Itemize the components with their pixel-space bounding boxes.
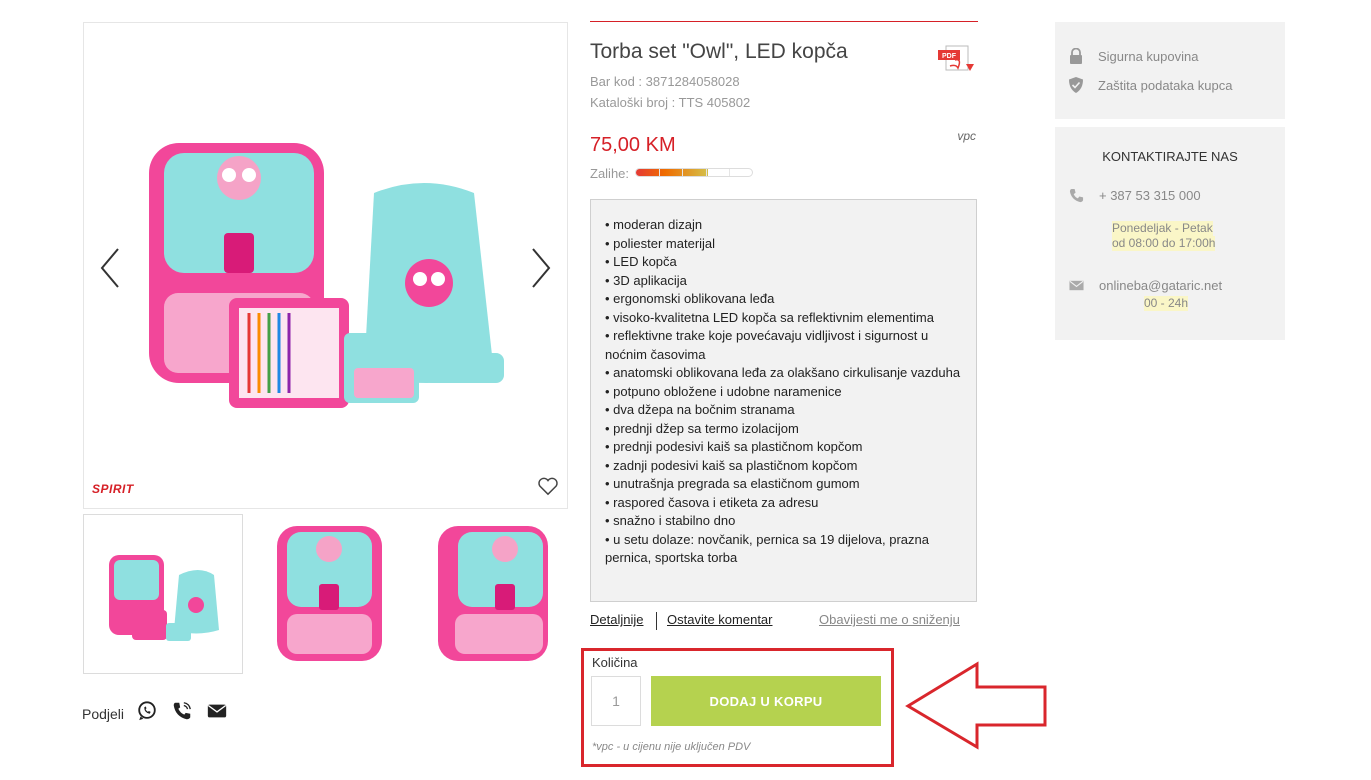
feature-item: moderan dizajn [605, 216, 962, 235]
shield-icon [1069, 77, 1083, 93]
secure-shopping-label: Sigurna kupovina [1098, 48, 1199, 64]
feature-item: ergonomski oblikovana leđa [605, 290, 962, 309]
feature-item: reflektivne trake koje povećavaju vidlji… [605, 327, 962, 364]
feature-item: LED kopča [605, 253, 962, 272]
stock-label: Zalihe: [590, 166, 630, 181]
thumbnail-2[interactable] [249, 514, 409, 674]
add-to-cart-highlight: Količina DODAJ U KORPU *vpc - u cijenu n… [581, 648, 894, 767]
quantity-label: Količina [592, 655, 638, 670]
secure-shopping: Sigurna kupovina [1069, 48, 1198, 64]
product-title: Torba set "Owl", LED kopča [590, 40, 848, 63]
main-product-image[interactable]: SPIRIT [83, 22, 568, 509]
share-bar: Podjeli [82, 696, 241, 726]
feature-item: 3D aplikacija [605, 272, 962, 291]
working-hours: od 08:00 do 17:00h [1112, 236, 1216, 251]
barcode: Bar kod : 3871284058028 [590, 74, 740, 89]
price: 75,00 KM [590, 134, 676, 156]
feature-item: visoko-kvalitetna LED kopča sa reflektiv… [605, 309, 962, 328]
feature-item: dva džepa na bočnim stranama [605, 401, 962, 420]
thumbnail-strip [83, 514, 573, 674]
email-hours: 00 - 24h [1144, 296, 1189, 311]
feature-item: unutrašnja pregrada sa elastičnom gumom [605, 475, 962, 494]
email-address: onlineba@gataric.net [1099, 278, 1223, 293]
thumbnail-1[interactable] [83, 514, 243, 674]
heart-icon[interactable] [537, 476, 559, 496]
details-link[interactable]: Detaljnije [590, 612, 643, 627]
vat-note: *vpc - u cijenu nije uključen PDV [592, 741, 751, 753]
svg-text:PDF: PDF [942, 53, 957, 60]
vpc-label: vpc [957, 129, 976, 143]
comment-link[interactable]: Ostavite komentar [667, 612, 773, 627]
pdf-download-icon[interactable]: PDF [938, 44, 976, 74]
feature-item: potpuno obložene i udobne naramenice [605, 383, 962, 402]
notify-discount-link[interactable]: Obavijesti me o sniženju [819, 612, 960, 627]
data-protection-label: Zaštita podataka kupca [1098, 77, 1233, 93]
trust-card: Sigurna kupovina Zaštita podataka kupca [1055, 22, 1285, 119]
phone-icon [1069, 188, 1084, 203]
lock-icon [1070, 48, 1082, 64]
feature-item: poliester materijal [605, 235, 962, 254]
feature-item: snažno i stabilno dno [605, 512, 962, 531]
stock-level-bar [635, 168, 753, 177]
chevron-right-icon[interactable] [525, 243, 555, 293]
working-days: Ponedeljak - Petak [1112, 221, 1213, 236]
feature-item: zadnji podesivi kaiš sa plastičnom kopčo… [605, 457, 962, 476]
envelope-icon [1069, 280, 1084, 291]
feature-item: u setu dolaze: novčanik, pernica sa 19 d… [605, 531, 962, 568]
whatsapp-icon[interactable] [136, 700, 158, 722]
feature-item: prednji podesivi kaiš sa plastičnom kopč… [605, 438, 962, 457]
contact-title: KONTAKTIRAJTE NAS [1102, 149, 1238, 164]
feature-list-box: moderan dizajn poliester materijal LED k… [590, 199, 977, 602]
catalog-number: Kataloški broj : TTS 405802 [590, 95, 751, 110]
thumbnail-3[interactable] [413, 514, 573, 674]
quantity-input[interactable] [591, 676, 641, 726]
arrow-left-annotation-icon [905, 661, 1047, 750]
brand-logo: SPIRIT [92, 482, 134, 496]
feature-item: prednji džep sa termo izolacijom [605, 420, 962, 439]
feature-item: raspored časova i etiketa za adresu [605, 494, 962, 513]
add-to-cart-button[interactable]: DODAJ U KORPU [651, 676, 881, 726]
contact-card: KONTAKTIRAJTE NAS + 387 53 315 000 Poned… [1055, 127, 1285, 340]
viber-icon[interactable] [171, 700, 193, 722]
divider [590, 21, 978, 22]
chevron-left-icon[interactable] [96, 243, 126, 293]
contact-phone[interactable]: + 387 53 315 000 [1069, 188, 1201, 203]
envelope-icon[interactable] [206, 700, 228, 722]
data-protection: Zaštita podataka kupca [1069, 77, 1232, 93]
product-photo [149, 143, 504, 408]
stock-level-fill [636, 169, 708, 176]
share-label: Podjeli [82, 706, 125, 722]
link-separator [656, 612, 657, 630]
phone-number: + 387 53 315 000 [1099, 188, 1201, 203]
contact-email[interactable]: onlineba@gataric.net [1069, 278, 1222, 293]
feature-item: anatomski oblikovana leđa za olakšano ci… [605, 364, 962, 383]
